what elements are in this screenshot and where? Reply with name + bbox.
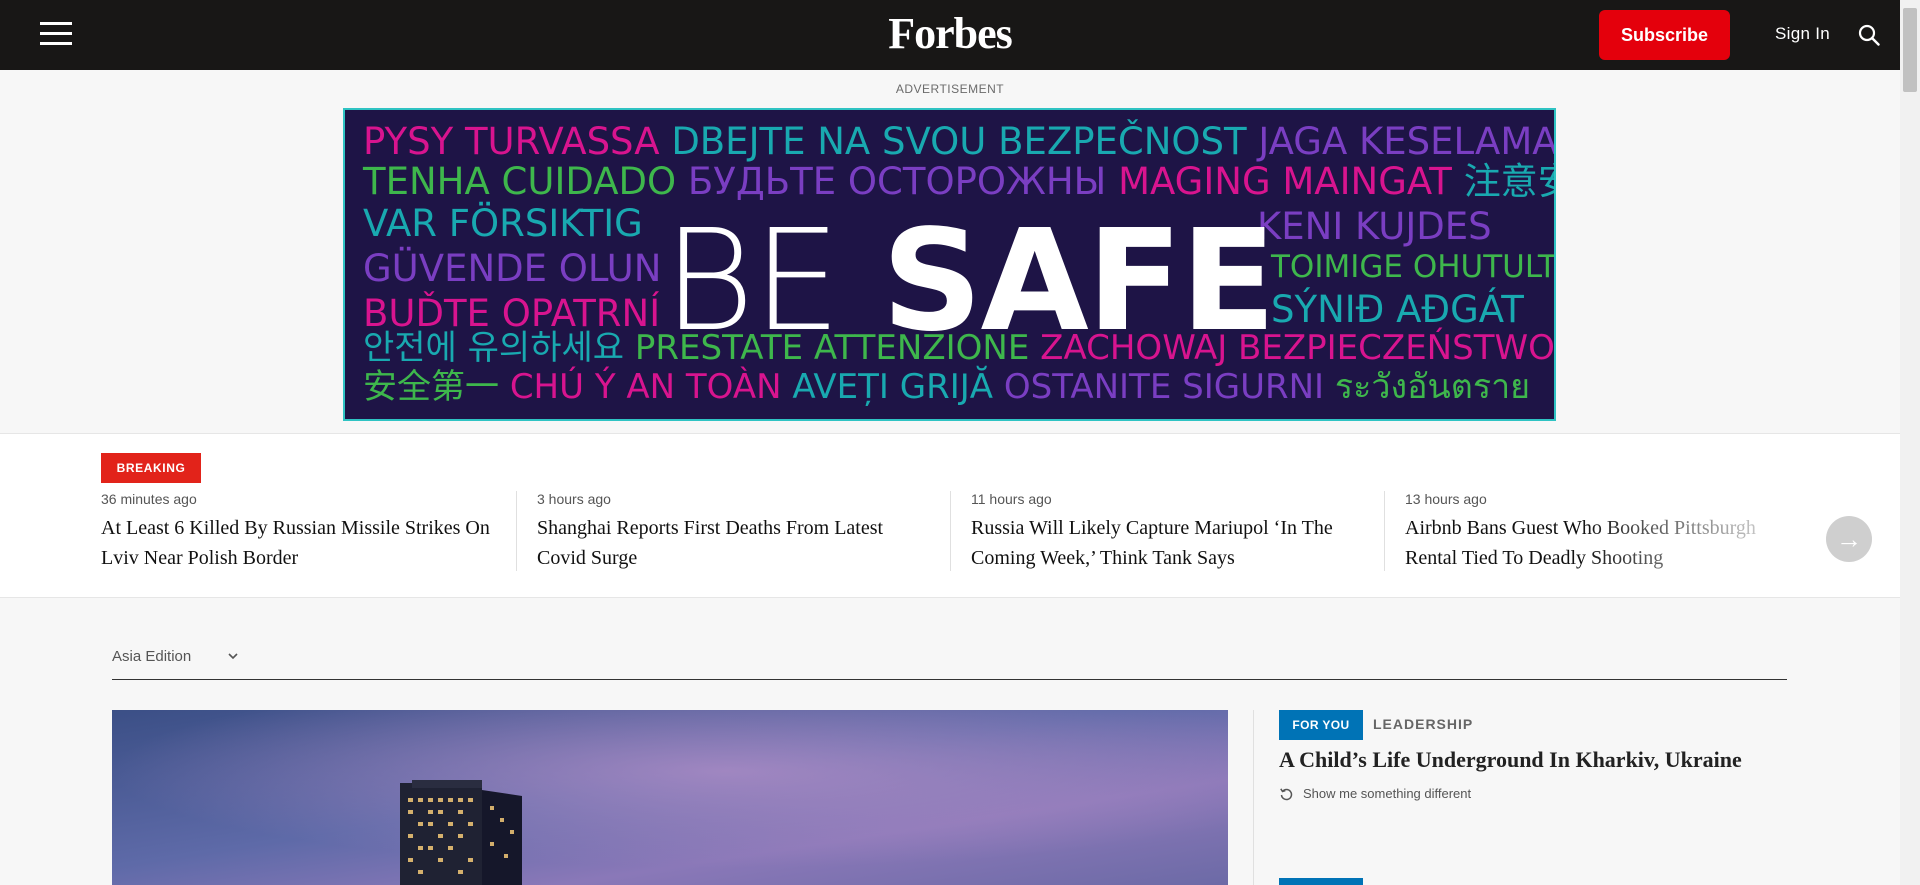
ad-word: 注意安全 <box>1463 160 1554 203</box>
ad-word: JAGA KESELAMATAN <box>1258 120 1555 163</box>
category-label[interactable]: LEADERSHIP <box>1373 716 1473 732</box>
top-navigation: Forbes Subscribe Sign In <box>0 0 1900 70</box>
next-for-you-tag <box>1279 878 1363 885</box>
breaking-badge: BREAKING <box>101 453 201 483</box>
ad-row-7: 安全第一 CHÚ Ý AN TOÀN AVEȚI GRIJĂ OSTANITE … <box>363 370 1530 404</box>
breaking-news-strip: BREAKING 36 minutes ago At Least 6 Kille… <box>0 433 1900 598</box>
ad-row-1: PYSY TURVASSA DBEJTE NA SVOU BEZPEČNOST … <box>363 120 1555 163</box>
ad-word: VAR FÖRSIKTIG <box>363 202 643 245</box>
story-time: 13 hours ago <box>1405 491 1487 507</box>
ad-word: AVEȚI GRIJĂ <box>792 367 994 407</box>
ad-word: TOIMIGE OHUTULT <box>1271 249 1556 285</box>
show-something-different[interactable]: Show me something different <box>1279 786 1471 801</box>
edition-bar: Asia Edition <box>112 640 1787 680</box>
ad-word: SÝNIÐ AÐGÁT <box>1271 288 1524 331</box>
for-you-tag: FOR YOU <box>1279 710 1363 740</box>
ad-row-2: TENHA CUIDADO БУДЬТЕ ОСТОРОЖНЫ MAGING MA… <box>363 160 1554 203</box>
ad-word: 안전에 유의하세요 <box>363 328 625 368</box>
breaking-story[interactable]: 11 hours ago Russia Will Likely Capture … <box>950 491 1345 571</box>
hamburger-menu-icon[interactable] <box>40 22 72 46</box>
story-time: 11 hours ago <box>971 491 1052 507</box>
story-headline[interactable]: At Least 6 Killed By Russian Missile Str… <box>101 513 496 573</box>
advertisement-label: ADVERTISEMENT <box>895 82 1005 96</box>
show-different-label: Show me something different <box>1303 786 1472 801</box>
ad-word: БУДЬТЕ ОСТОРОЖНЫ <box>687 160 1107 203</box>
hero-photo <box>112 710 1228 885</box>
edition-select[interactable]: Asia Edition <box>112 648 191 665</box>
story-headline[interactable]: Russia Will Likely Capture Mariupol ‘In … <box>971 513 1345 573</box>
ad-word: 安全第一 <box>363 367 499 407</box>
breaking-story[interactable]: 3 hours ago Shanghai Reports First Death… <box>516 491 911 571</box>
ad-word: CHÚ Ý AN TOÀN <box>509 367 782 407</box>
story-headline[interactable]: Shanghai Reports First Deaths From Lates… <box>537 513 911 573</box>
ad-row-6: 안전에 유의하세요 PRESTATE ATTENZIONE ZACHOWAJ B… <box>363 328 1555 368</box>
story-headline[interactable]: Airbnb Bans Guest Who Booked Pittsburgh … <box>1405 513 1804 573</box>
ad-word: ZACHOWAJ BEZPIECZEŃSTWO <box>1040 328 1555 368</box>
arrow-right-icon[interactable]: → <box>1826 516 1872 562</box>
story-time: 3 hours ago <box>537 491 611 507</box>
chevron-down-icon[interactable] <box>227 650 239 662</box>
sign-in-link[interactable]: Sign In <box>1775 24 1830 44</box>
ad-word: PRESTATE ATTENZIONE <box>634 328 1030 368</box>
breaking-story[interactable]: 36 minutes ago At Least 6 Killed By Russ… <box>101 491 496 571</box>
ad-word: KENI KUJDES <box>1257 205 1492 248</box>
column-divider <box>1253 710 1254 885</box>
search-icon[interactable] <box>1858 24 1880 46</box>
subscribe-button[interactable]: Subscribe <box>1599 10 1730 60</box>
ad-word: DBEJTE NA SVOU BEZPEČNOST <box>671 120 1247 163</box>
advertisement-banner[interactable]: PYSY TURVASSA DBEJTE NA SVOU BEZPEČNOST … <box>343 108 1556 421</box>
scrollbar-thumb[interactable] <box>1903 8 1917 92</box>
ad-word: ระวังอันตราย <box>1334 367 1531 407</box>
ad-word: PYSY TURVASSA <box>363 120 660 163</box>
breaking-story[interactable]: 13 hours ago Airbnb Bans Guest Who Booke… <box>1384 491 1804 571</box>
ad-word: TENHA CUIDADO <box>363 160 677 203</box>
story-time: 36 minutes ago <box>101 491 197 507</box>
hero-image[interactable] <box>112 710 1228 885</box>
page-scrollbar[interactable] <box>1900 0 1920 885</box>
forbes-logo[interactable]: Forbes <box>850 8 1050 59</box>
feature-headline[interactable]: A Child’s Life Underground In Kharkiv, U… <box>1279 747 1742 773</box>
ad-word: MAGING MAINGAT <box>1118 160 1452 203</box>
ad-word: BUĎTE OPATRNÍ <box>363 292 661 335</box>
ad-word: GÜVENDE OLUN <box>363 247 662 290</box>
refresh-icon <box>1280 788 1293 801</box>
ad-word: OSTANITE SIGURNI <box>1003 367 1325 407</box>
